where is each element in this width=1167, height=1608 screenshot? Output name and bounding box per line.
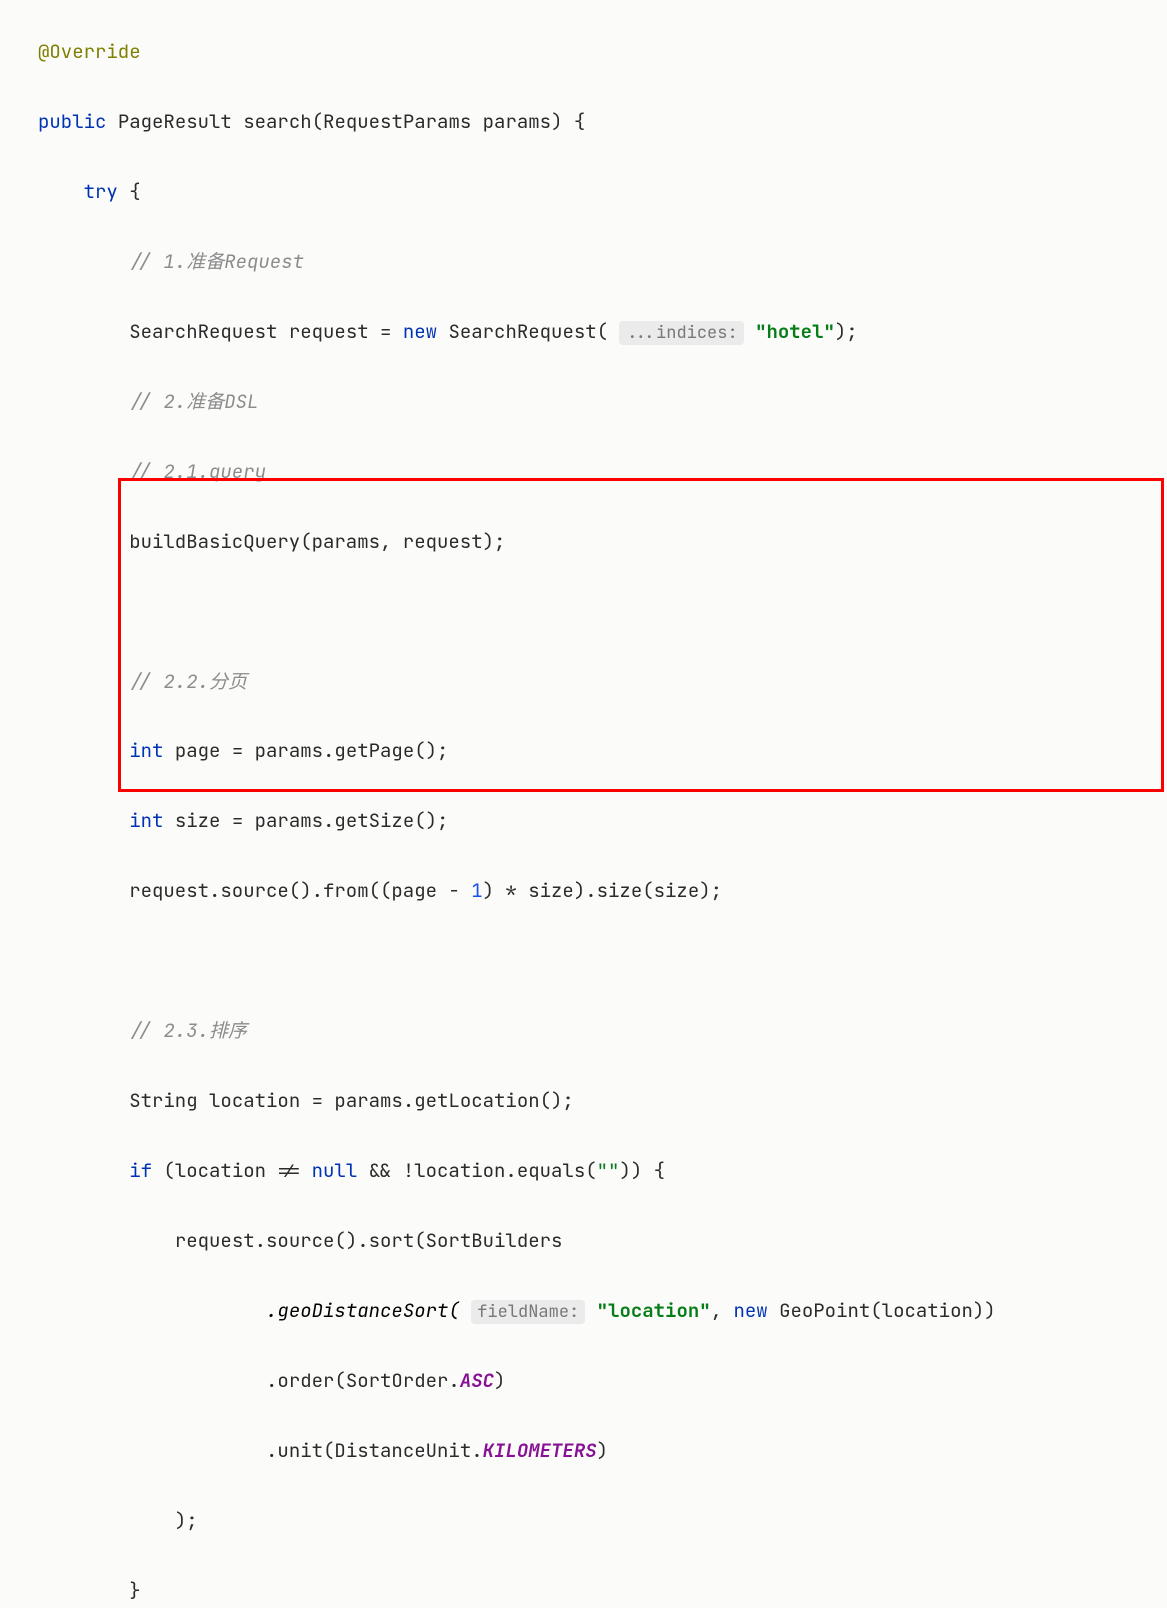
call-buildbasicquery: buildBasicQuery(params, request); [129, 529, 505, 554]
cond-tail: )) { [619, 1158, 665, 1183]
param-params: params [483, 109, 551, 134]
keyword-null: null [312, 1158, 358, 1183]
keyword-int: int [129, 738, 163, 763]
line-unit: .unit(DistanceUnit. [266, 1438, 483, 1463]
code-line: request.source().sort(SortBuilders [38, 1224, 1167, 1259]
text-from: request.source().from((page - [129, 878, 471, 903]
cond-mid: && !location.equals( [357, 1158, 596, 1183]
comment: // 2.1.query [129, 459, 266, 484]
method-search: search [243, 109, 311, 134]
code-line: int size = params.getSize(); [38, 804, 1167, 839]
code-line: String location = params.getLocation(); [38, 1084, 1167, 1119]
string-empty: "" [597, 1158, 620, 1183]
text-from-tail: ) * size).size(size); [483, 878, 722, 903]
string-location: "location" [597, 1298, 711, 1323]
keyword-int-2: int [129, 808, 163, 833]
method-geodistancesort: .geoDistanceSort( [266, 1298, 460, 1323]
code-line: try { [38, 175, 1167, 210]
call-getsize: params.getSize(); [255, 808, 449, 833]
line-order: .order(SortOrder. [266, 1368, 460, 1393]
code-line: @Override [38, 35, 1167, 70]
code-line: // 2.2.分页 [38, 665, 1167, 700]
code-line: // 1.准备Request [38, 245, 1167, 280]
keyword-new-2: new [733, 1298, 767, 1323]
type-string: String [129, 1088, 197, 1113]
annotation-override: @Override [38, 39, 141, 64]
code-line: public PageResult search(RequestParams p… [38, 105, 1167, 140]
call-getpage: params.getPage(); [255, 738, 449, 763]
param-hint-indices: ...indices: [619, 321, 743, 345]
code-line: ); [38, 1504, 1167, 1539]
comment: // 2.2.分页 [129, 669, 247, 694]
var-size: size [175, 808, 221, 833]
number-1: 1 [471, 878, 482, 903]
param-hint-fieldname: fieldName: [471, 1300, 585, 1324]
string-hotel: "hotel" [755, 319, 835, 344]
code-line: // 2.准备DSL [38, 385, 1167, 420]
type-requestparams: RequestParams [323, 109, 471, 134]
code-line: // 2.1.query [38, 455, 1167, 490]
type-searchrequest-2: SearchRequest [448, 319, 596, 344]
keyword-new: new [403, 319, 437, 344]
code-line: .unit(DistanceUnit.KILOMETERS) [38, 1434, 1167, 1469]
comment: // 2.3.排序 [129, 1018, 247, 1043]
comment: // 1.准备Request [129, 249, 304, 274]
code-line: buildBasicQuery(params, request); [38, 525, 1167, 560]
type-searchrequest: SearchRequest [129, 319, 277, 344]
code-line: request.source().from((page - 1) * size)… [38, 874, 1167, 909]
type-pageresult: PageResult [118, 109, 232, 134]
brace-close: } [129, 1578, 140, 1603]
comment: // 2.准备DSL [129, 389, 258, 414]
code-line: .order(SortOrder.ASC) [38, 1364, 1167, 1399]
code-line: int page = params.getPage(); [38, 734, 1167, 769]
code-line: SearchRequest request = new SearchReques… [38, 315, 1167, 350]
code-line: // 2.3.排序 [38, 1014, 1167, 1049]
code-line [38, 944, 1167, 979]
cond-head: (location != [163, 1158, 311, 1183]
type-geopoint: GeoPoint [779, 1298, 870, 1323]
code-editor[interactable]: @Override public PageResult search(Reque… [0, 0, 1167, 1608]
var-location: location [209, 1088, 300, 1113]
code-line: if (location != null && !location.equals… [38, 1154, 1167, 1189]
close-paren: ); [175, 1508, 198, 1533]
const-asc: ASC [460, 1368, 494, 1393]
var-request: request [289, 319, 369, 344]
code-line: } [38, 1574, 1167, 1608]
code-line: .geoDistanceSort( fieldName: "location",… [38, 1294, 1167, 1329]
tail-geopoint: (location)) [870, 1298, 995, 1323]
keyword-public: public [38, 109, 106, 134]
keyword-try: try [84, 179, 118, 204]
code-line [38, 595, 1167, 630]
call-getlocation: params.getLocation(); [334, 1088, 573, 1113]
keyword-if: if [129, 1158, 152, 1183]
const-kilometers: KILOMETERS [483, 1438, 597, 1463]
line-sort: request.source().sort(SortBuilders [175, 1228, 563, 1253]
var-page: page [175, 738, 221, 763]
